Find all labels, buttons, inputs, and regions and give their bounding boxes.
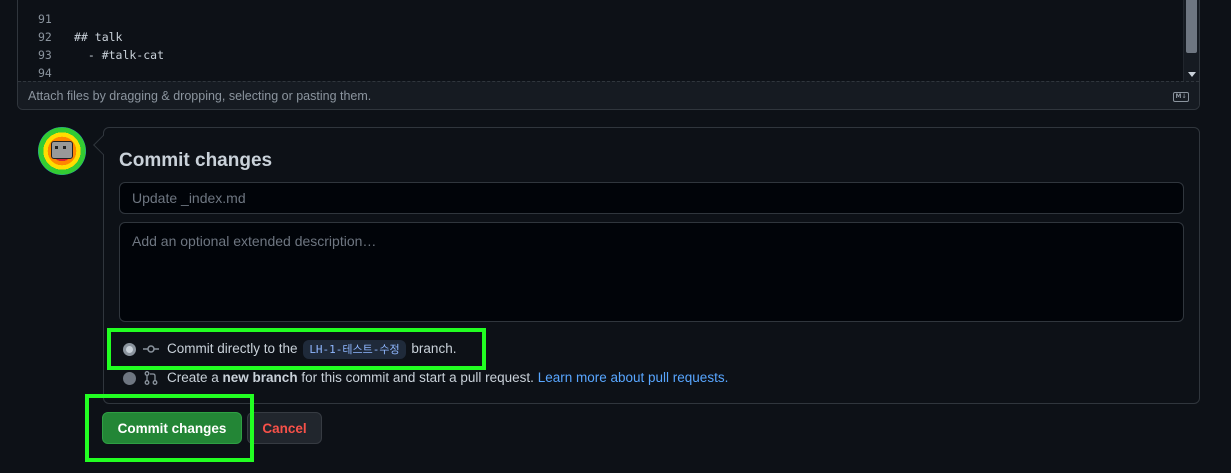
commit-direct-prefix: Commit directly to the [167, 341, 298, 356]
code-line: 92 - #talk-cat [18, 10, 164, 62]
commit-form-title: Commit changes [119, 150, 273, 171]
speech-caret [93, 135, 113, 155]
scrollbar-thumb[interactable] [1186, 0, 1197, 53]
new-branch-bold: new branch [222, 370, 298, 385]
new-branch-middle: for this commit and start a pull request… [301, 370, 534, 385]
new-branch-prefix: Create a [167, 370, 219, 385]
commit-summary-input[interactable] [119, 182, 1184, 214]
commit-direct-radio[interactable] [123, 343, 136, 356]
commit-direct-suffix: branch. [411, 341, 457, 356]
avatar [38, 127, 86, 175]
cancel-button[interactable]: Cancel [247, 412, 322, 444]
markdown-icon: M↓ [1173, 92, 1189, 102]
code-line: 91 ## talk [18, 0, 122, 44]
editor-code-area[interactable]: 91 ## talk 92 - #talk-cat 93 94 sss 95 [18, 0, 1181, 81]
branch-name-chip: LH-1-테스트-수정 [303, 340, 406, 359]
code-line: 95 [18, 64, 60, 81]
code-line: 94 sss [18, 46, 60, 80]
git-pull-request-icon [144, 371, 158, 385]
line-text: - #talk-cat [74, 48, 165, 62]
commit-direct-option[interactable]: Commit directly to the LH-1-테스트-수정 branc… [123, 339, 523, 359]
new-branch-radio[interactable] [123, 372, 136, 385]
commit-changes-button[interactable]: Commit changes [102, 412, 242, 444]
code-line: 93 [18, 28, 60, 62]
new-branch-label: Create a new branch for this commit and … [167, 368, 728, 388]
commit-description-input[interactable] [119, 222, 1184, 322]
cat-icon [51, 141, 73, 159]
code-editor[interactable]: 91 ## talk 92 - #talk-cat 93 94 sss 95 A… [17, 0, 1200, 110]
commit-direct-label: Commit directly to the LH-1-테스트-수정 branc… [167, 339, 456, 359]
attach-files-bar[interactable]: Attach files by dragging & dropping, sel… [18, 81, 1199, 109]
attach-files-text: Attach files by dragging & dropping, sel… [28, 89, 372, 103]
scroll-down-arrow-icon[interactable] [1188, 72, 1196, 77]
editor-scrollbar[interactable] [1183, 0, 1199, 81]
line-text: ## talk [74, 30, 123, 44]
learn-more-link[interactable]: Learn more about pull requests. [538, 370, 729, 385]
commit-form: Commit changes Commit directly to the LH… [93, 127, 1200, 404]
new-branch-option[interactable]: Create a new branch for this commit and … [123, 368, 803, 388]
git-commit-icon [143, 345, 159, 353]
